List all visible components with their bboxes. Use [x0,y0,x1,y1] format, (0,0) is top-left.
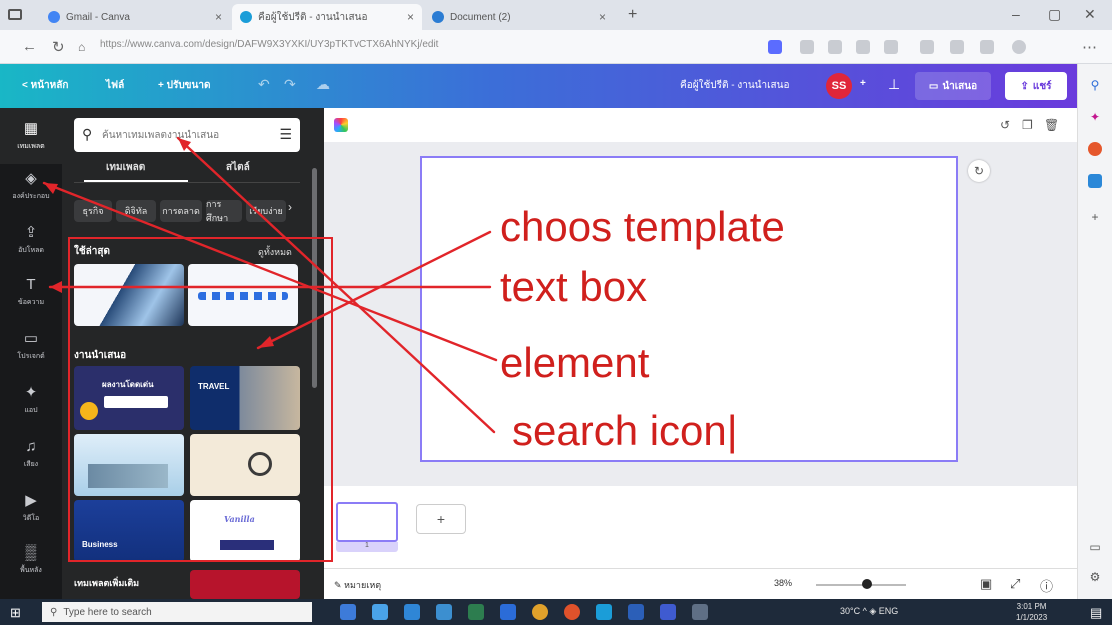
firefox-app-icon[interactable] [564,604,580,620]
arrowhead [50,281,62,293]
arrow-line [256,230,492,350]
arrow-line [42,181,498,362]
photos-app-icon[interactable] [692,604,708,620]
widgets-icon[interactable] [372,604,388,620]
clock-date: 1/1/2023 [1016,613,1048,622]
mail-app-icon[interactable] [404,604,420,620]
annotation-search-icon: search icon| [512,407,738,454]
arrowhead [258,336,274,348]
system-tray[interactable]: 30°C ^ ◈ ENG [840,606,898,617]
windows-taskbar: ⊞ ⚲ Type here to search 30°C ^ ◈ ENG 3:0… [0,599,1112,625]
word-app-icon[interactable] [628,604,644,620]
taskbar-clock[interactable]: 3:01 PM 1/1/2023 [1016,601,1047,623]
windows-start-icon[interactable]: ⊞ [10,605,21,621]
file-explorer-icon[interactable] [436,604,452,620]
clock-time: 3:01 PM [1016,602,1047,611]
canva-app-icon[interactable] [596,604,612,620]
notifications-icon[interactable]: ▤ [1090,605,1102,621]
store-app-icon[interactable] [468,604,484,620]
search-icon: ⚲ [50,606,58,618]
chrome-app-icon[interactable] [532,604,548,620]
taskbar-search-box[interactable]: ⚲ Type here to search [42,602,312,622]
annotation-element: element [500,339,650,386]
task-view-icon[interactable] [340,604,356,620]
annotation-choose-template: choos template [500,203,785,250]
taskbar-search-placeholder: Type here to search [63,606,152,618]
teams-app-icon[interactable] [660,604,676,620]
arrow-line [176,136,496,434]
annotation-text-box: text box [500,263,648,310]
edge-app-icon[interactable] [500,604,516,620]
